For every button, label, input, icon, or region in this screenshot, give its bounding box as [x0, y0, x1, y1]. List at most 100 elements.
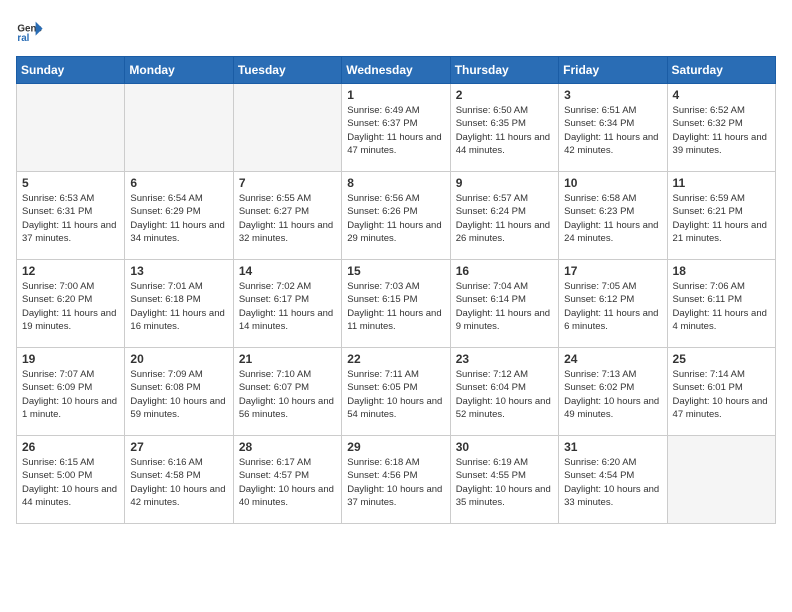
day-detail: Sunrise: 7:04 AMSunset: 6:14 PMDaylight:…	[456, 280, 553, 333]
calendar-cell: 19 Sunrise: 7:07 AMSunset: 6:09 PMDayligh…	[17, 348, 125, 436]
calendar-cell: 16 Sunrise: 7:04 AMSunset: 6:14 PMDayligh…	[450, 260, 558, 348]
day-detail: Sunrise: 6:58 AMSunset: 6:23 PMDaylight:…	[564, 192, 661, 245]
day-number: 15	[347, 264, 444, 278]
day-number: 10	[564, 176, 661, 190]
day-number: 25	[673, 352, 770, 366]
day-detail: Sunrise: 6:49 AMSunset: 6:37 PMDaylight:…	[347, 104, 444, 157]
day-detail: Sunrise: 7:03 AMSunset: 6:15 PMDaylight:…	[347, 280, 444, 333]
weekday-header: Monday	[125, 57, 233, 84]
day-detail: Sunrise: 6:18 AMSunset: 4:56 PMDaylight:…	[347, 456, 444, 509]
day-detail: Sunrise: 7:14 AMSunset: 6:01 PMDaylight:…	[673, 368, 770, 421]
weekday-header-row: SundayMondayTuesdayWednesdayThursdayFrid…	[17, 57, 776, 84]
calendar-week-row: 12 Sunrise: 7:00 AMSunset: 6:20 PMDayligh…	[17, 260, 776, 348]
day-detail: Sunrise: 6:53 AMSunset: 6:31 PMDaylight:…	[22, 192, 119, 245]
calendar-cell: 31 Sunrise: 6:20 AMSunset: 4:54 PMDayligh…	[559, 436, 667, 524]
day-detail: Sunrise: 7:09 AMSunset: 6:08 PMDaylight:…	[130, 368, 227, 421]
day-number: 19	[22, 352, 119, 366]
day-number: 6	[130, 176, 227, 190]
day-number: 16	[456, 264, 553, 278]
day-detail: Sunrise: 7:01 AMSunset: 6:18 PMDaylight:…	[130, 280, 227, 333]
calendar-cell: 7 Sunrise: 6:55 AMSunset: 6:27 PMDaylight…	[233, 172, 341, 260]
day-detail: Sunrise: 6:52 AMSunset: 6:32 PMDaylight:…	[673, 104, 770, 157]
calendar-cell: 20 Sunrise: 7:09 AMSunset: 6:08 PMDayligh…	[125, 348, 233, 436]
calendar-cell: 28 Sunrise: 6:17 AMSunset: 4:57 PMDayligh…	[233, 436, 341, 524]
calendar-week-row: 26Sunrise: 6:15 AMSunset: 5:00 PMDayligh…	[17, 436, 776, 524]
day-number: 22	[347, 352, 444, 366]
calendar-cell: 22 Sunrise: 7:11 AMSunset: 6:05 PMDayligh…	[342, 348, 450, 436]
day-detail: Sunrise: 6:55 AMSunset: 6:27 PMDaylight:…	[239, 192, 336, 245]
day-detail: Sunrise: 7:10 AMSunset: 6:07 PMDaylight:…	[239, 368, 336, 421]
weekday-header: Saturday	[667, 57, 775, 84]
calendar-cell: 13Sunrise: 7:01 AMSunset: 6:18 PMDayligh…	[125, 260, 233, 348]
calendar-cell	[125, 84, 233, 172]
day-number: 12	[22, 264, 119, 278]
calendar-cell: 27 Sunrise: 6:16 AMSunset: 4:58 PMDayligh…	[125, 436, 233, 524]
calendar-cell	[233, 84, 341, 172]
day-number: 28	[239, 440, 336, 454]
day-number: 18	[673, 264, 770, 278]
calendar-cell: 14 Sunrise: 7:02 AMSunset: 6:17 PMDayligh…	[233, 260, 341, 348]
calendar-cell: 24 Sunrise: 7:13 AMSunset: 6:02 PMDayligh…	[559, 348, 667, 436]
weekday-header: Tuesday	[233, 57, 341, 84]
calendar-cell: 26Sunrise: 6:15 AMSunset: 5:00 PMDayligh…	[17, 436, 125, 524]
day-detail: Sunrise: 6:20 AMSunset: 4:54 PMDaylight:…	[564, 456, 661, 509]
day-detail: Sunrise: 6:57 AMSunset: 6:24 PMDaylight:…	[456, 192, 553, 245]
calendar-cell: 30Sunrise: 6:19 AMSunset: 4:55 PMDayligh…	[450, 436, 558, 524]
day-number: 11	[673, 176, 770, 190]
calendar-cell: 18 Sunrise: 7:06 AMSunset: 6:11 PMDayligh…	[667, 260, 775, 348]
logo: Gene ral	[16, 16, 48, 44]
day-detail: Sunrise: 7:02 AMSunset: 6:17 PMDaylight:…	[239, 280, 336, 333]
calendar-week-row: 1 Sunrise: 6:49 AMSunset: 6:37 PMDaylight…	[17, 84, 776, 172]
day-number: 5	[22, 176, 119, 190]
day-detail: Sunrise: 7:07 AMSunset: 6:09 PMDaylight:…	[22, 368, 119, 421]
day-detail: Sunrise: 6:16 AMSunset: 4:58 PMDaylight:…	[130, 456, 227, 509]
day-detail: Sunrise: 7:05 AMSunset: 6:12 PMDaylight:…	[564, 280, 661, 333]
day-detail: Sunrise: 6:17 AMSunset: 4:57 PMDaylight:…	[239, 456, 336, 509]
day-detail: Sunrise: 7:11 AMSunset: 6:05 PMDaylight:…	[347, 368, 444, 421]
day-number: 30	[456, 440, 553, 454]
day-detail: Sunrise: 6:54 AMSunset: 6:29 PMDaylight:…	[130, 192, 227, 245]
day-number: 26	[22, 440, 119, 454]
day-number: 20	[130, 352, 227, 366]
calendar-week-row: 5 Sunrise: 6:53 AMSunset: 6:31 PMDaylight…	[17, 172, 776, 260]
day-detail: Sunrise: 6:56 AMSunset: 6:26 PMDaylight:…	[347, 192, 444, 245]
page-header: Gene ral	[16, 16, 776, 44]
calendar-cell: 1 Sunrise: 6:49 AMSunset: 6:37 PMDaylight…	[342, 84, 450, 172]
day-number: 31	[564, 440, 661, 454]
calendar-cell: 17 Sunrise: 7:05 AMSunset: 6:12 PMDayligh…	[559, 260, 667, 348]
calendar-cell: 8 Sunrise: 6:56 AMSunset: 6:26 PMDaylight…	[342, 172, 450, 260]
day-number: 24	[564, 352, 661, 366]
calendar-cell: 15 Sunrise: 7:03 AMSunset: 6:15 PMDayligh…	[342, 260, 450, 348]
calendar-cell: 11 Sunrise: 6:59 AMSunset: 6:21 PMDayligh…	[667, 172, 775, 260]
calendar-cell: 12 Sunrise: 7:00 AMSunset: 6:20 PMDayligh…	[17, 260, 125, 348]
calendar-cell: 9 Sunrise: 6:57 AMSunset: 6:24 PMDaylight…	[450, 172, 558, 260]
calendar-cell	[667, 436, 775, 524]
svg-text:ral: ral	[17, 33, 29, 44]
calendar-table: SundayMondayTuesdayWednesdayThursdayFrid…	[16, 56, 776, 524]
day-number: 21	[239, 352, 336, 366]
day-number: 3	[564, 88, 661, 102]
day-detail: Sunrise: 7:12 AMSunset: 6:04 PMDaylight:…	[456, 368, 553, 421]
day-number: 9	[456, 176, 553, 190]
weekday-header: Friday	[559, 57, 667, 84]
weekday-header: Thursday	[450, 57, 558, 84]
day-number: 27	[130, 440, 227, 454]
day-detail: Sunrise: 6:51 AMSunset: 6:34 PMDaylight:…	[564, 104, 661, 157]
calendar-cell: 6 Sunrise: 6:54 AMSunset: 6:29 PMDaylight…	[125, 172, 233, 260]
day-detail: Sunrise: 6:59 AMSunset: 6:21 PMDaylight:…	[673, 192, 770, 245]
day-number: 7	[239, 176, 336, 190]
weekday-header: Sunday	[17, 57, 125, 84]
day-number: 17	[564, 264, 661, 278]
calendar-cell: 29Sunrise: 6:18 AMSunset: 4:56 PMDayligh…	[342, 436, 450, 524]
day-detail: Sunrise: 7:06 AMSunset: 6:11 PMDaylight:…	[673, 280, 770, 333]
day-detail: Sunrise: 7:00 AMSunset: 6:20 PMDaylight:…	[22, 280, 119, 333]
calendar-cell: 23Sunrise: 7:12 AMSunset: 6:04 PMDayligh…	[450, 348, 558, 436]
day-number: 8	[347, 176, 444, 190]
day-number: 14	[239, 264, 336, 278]
day-detail: Sunrise: 7:13 AMSunset: 6:02 PMDaylight:…	[564, 368, 661, 421]
calendar-cell: 2Sunrise: 6:50 AMSunset: 6:35 PMDaylight…	[450, 84, 558, 172]
calendar-cell: 21 Sunrise: 7:10 AMSunset: 6:07 PMDayligh…	[233, 348, 341, 436]
weekday-header: Wednesday	[342, 57, 450, 84]
logo-icon: Gene ral	[16, 16, 44, 44]
day-number: 1	[347, 88, 444, 102]
